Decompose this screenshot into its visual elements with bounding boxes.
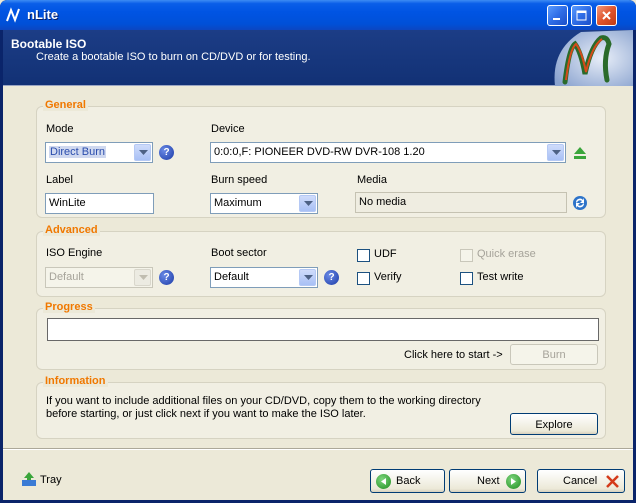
device-select[interactable]: 0:0:0,F: PIONEER DVD-RW DVR-108 1.20 — [210, 142, 566, 163]
chevron-down-icon[interactable] — [299, 269, 316, 286]
verify-label: Verify — [374, 271, 402, 283]
advanced-group: Advanced ISO Engine Default ? Boot secto… — [36, 224, 606, 297]
cancel-x-icon — [606, 475, 619, 488]
chevron-down-icon[interactable] — [299, 195, 316, 212]
minimize-icon — [553, 18, 560, 20]
burn-speed-value: Maximum — [214, 197, 262, 209]
iso-engine-help-icon[interactable]: ? — [159, 270, 174, 285]
media-field: No media — [355, 192, 567, 213]
media-value: No media — [359, 196, 407, 208]
back-button[interactable]: Back — [370, 469, 445, 493]
tray-icon[interactable] — [21, 471, 37, 487]
chevron-down-icon[interactable] — [134, 269, 151, 286]
explore-button-label: Explore — [535, 419, 573, 431]
burn-button[interactable]: Burn — [510, 344, 598, 365]
next-arrow-icon — [506, 474, 521, 489]
back-arrow-icon — [376, 474, 391, 489]
burn-button-label: Burn — [542, 349, 566, 361]
page-title: Bootable ISO — [11, 37, 87, 51]
information-group-title: Information — [43, 375, 108, 387]
minimize-button[interactable] — [547, 5, 568, 26]
quick-erase-checkbox[interactable] — [460, 249, 473, 262]
nlite-logo-icon — [554, 30, 633, 86]
media-label: Media — [357, 174, 387, 186]
back-button-label: Back — [396, 475, 421, 487]
cancel-button-label: Cancel — [563, 475, 598, 487]
next-button[interactable]: Next — [449, 469, 526, 493]
boot-sector-help-icon[interactable]: ? — [324, 270, 339, 285]
test-write-label: Test write — [477, 271, 524, 283]
mode-label: Mode — [46, 123, 74, 135]
advanced-group-title: Advanced — [43, 224, 100, 236]
general-group-title: General — [43, 99, 88, 111]
boot-sector-select[interactable]: Default — [210, 267, 318, 288]
title-bar[interactable]: nLite — [0, 0, 636, 30]
label-input[interactable]: WinLite — [45, 193, 154, 214]
test-write-checkbox[interactable] — [460, 272, 473, 285]
udf-checkbox[interactable] — [357, 249, 370, 262]
progress-group: Progress Click here to start -> Burn — [36, 301, 606, 370]
client-area: Bootable ISO Create a bootable ISO to bu… — [3, 30, 633, 500]
page-header: Bootable ISO Create a bootable ISO to bu… — [3, 30, 633, 86]
close-button[interactable] — [596, 5, 617, 26]
udf-label: UDF — [374, 248, 397, 260]
label-label: Label — [46, 174, 73, 186]
close-icon — [602, 11, 611, 20]
tray-link[interactable]: Tray — [40, 474, 62, 486]
footer-separator — [3, 448, 633, 450]
iso-engine-label: ISO Engine — [46, 247, 103, 259]
chevron-down-icon[interactable] — [547, 144, 564, 161]
iso-engine-select[interactable]: Default — [45, 267, 153, 288]
next-button-label: Next — [477, 475, 500, 487]
mode-select[interactable]: Direct Burn — [45, 142, 153, 163]
progress-bar — [47, 318, 599, 341]
device-value: 0:0:0,F: PIONEER DVD-RW DVR-108 1.20 — [214, 146, 425, 158]
general-group: General Mode Direct Burn ? Device 0:0:0,… — [36, 99, 606, 218]
burn-speed-label: Burn speed — [211, 174, 268, 186]
device-label: Device — [211, 123, 245, 135]
explore-button[interactable]: Explore — [510, 413, 598, 435]
mode-help-icon[interactable]: ? — [159, 145, 174, 160]
information-group: Information If you want to include addit… — [36, 375, 606, 439]
info-text-line1: If you want to include additional files … — [46, 395, 481, 407]
refresh-icon[interactable] — [572, 195, 588, 211]
iso-engine-value: Default — [49, 271, 84, 283]
maximize-icon — [576, 10, 587, 21]
progress-group-title: Progress — [43, 301, 95, 313]
boot-sector-value: Default — [214, 271, 249, 283]
page-subtitle: Create a bootable ISO to burn on CD/DVD … — [36, 51, 311, 63]
eject-icon[interactable] — [572, 145, 588, 161]
verify-checkbox[interactable] — [357, 272, 370, 285]
window-title: nLite — [27, 7, 59, 22]
info-text-line2: before starting, or just click next if y… — [46, 408, 366, 420]
start-hint: Click here to start -> — [404, 349, 503, 361]
label-value: WinLite — [49, 197, 86, 209]
nlite-app-icon — [6, 7, 20, 23]
cancel-button[interactable]: Cancel — [537, 469, 625, 493]
boot-sector-label: Boot sector — [211, 247, 267, 259]
mode-value: Direct Burn — [49, 146, 107, 158]
maximize-button[interactable] — [571, 5, 592, 26]
app-window: nLite Bootable ISO Create a bootable ISO… — [0, 0, 636, 503]
chevron-down-icon[interactable] — [134, 144, 151, 161]
quick-erase-label: Quick erase — [477, 248, 536, 260]
burn-speed-select[interactable]: Maximum — [210, 193, 318, 214]
